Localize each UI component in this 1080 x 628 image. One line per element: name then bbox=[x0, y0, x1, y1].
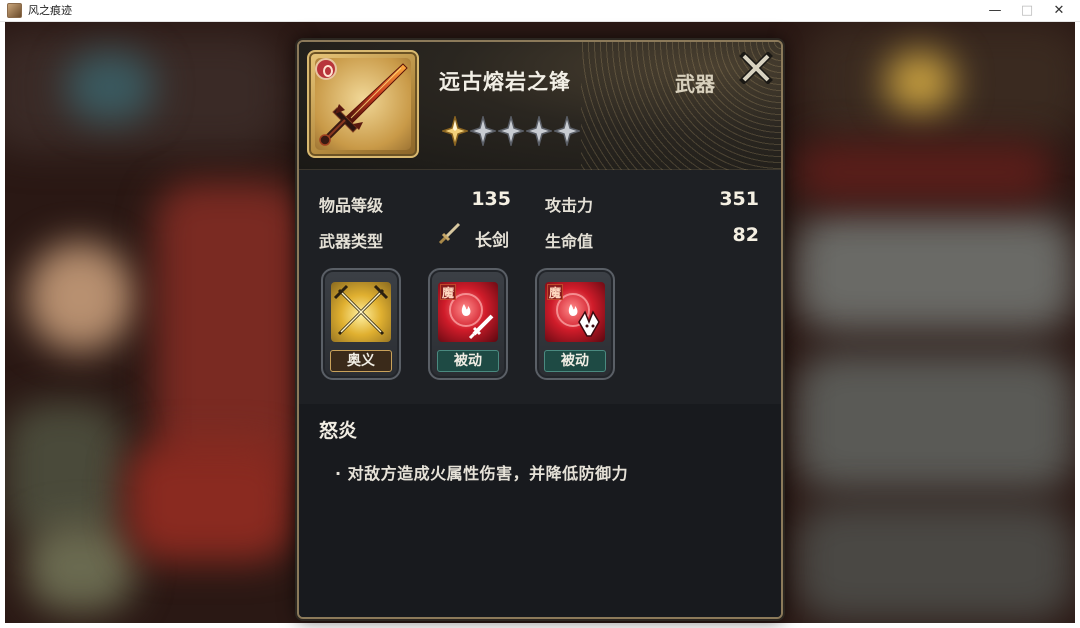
item-header: 远古熔岩之锋 武器 bbox=[299, 42, 781, 170]
attack-label: 攻击力 bbox=[545, 196, 594, 215]
magic-tag: 魔 bbox=[547, 284, 563, 300]
skill-slot-passive-1[interactable]: 魔 被动 bbox=[428, 268, 508, 380]
star-empty-icon bbox=[526, 116, 552, 146]
skill-slot-passive-2[interactable]: 魔 被动 bbox=[535, 268, 615, 380]
weapon-type-label: 武器类型 bbox=[319, 232, 384, 251]
skill-description-title: 怒炎 bbox=[319, 420, 358, 442]
fire-fox-icon: 魔 bbox=[545, 282, 605, 342]
star-empty-icon bbox=[470, 116, 496, 146]
window-frame-bottom bbox=[0, 623, 1080, 628]
star-empty-icon bbox=[554, 116, 580, 146]
magic-tag: 魔 bbox=[440, 284, 456, 300]
skill-label-ultimate: 奥义 bbox=[330, 350, 392, 372]
item-level-value: 135 bbox=[471, 188, 511, 210]
minimize-button[interactable]: — bbox=[978, 0, 1012, 22]
item-name: 远古熔岩之锋 bbox=[439, 70, 571, 94]
game-portrait-icon bbox=[7, 3, 22, 18]
hp-label: 生命值 bbox=[545, 232, 594, 251]
longsword-icon bbox=[437, 220, 463, 246]
item-icon-frame[interactable] bbox=[307, 50, 419, 158]
crossed-swords-icon bbox=[331, 282, 391, 342]
skill-label-passive-2: 被动 bbox=[544, 350, 606, 372]
hp-value: 82 bbox=[732, 224, 759, 246]
fire-element-icon bbox=[315, 58, 337, 80]
skill-list: 奥义 魔 被动 魔 被动 bbox=[299, 268, 781, 408]
window-title: 风之痕迹 bbox=[28, 4, 72, 17]
star-empty-icon bbox=[498, 116, 524, 146]
skill-description: 怒炎 · 对敌方造成火属性伤害，并降低防御力 bbox=[299, 404, 781, 617]
close-window-button[interactable]: ✕ bbox=[1042, 0, 1076, 22]
window-frame-right bbox=[1075, 22, 1080, 628]
item-level-label: 物品等级 bbox=[319, 196, 384, 215]
star-filled-icon bbox=[442, 116, 468, 146]
item-category: 武器 bbox=[675, 72, 715, 96]
maximize-button[interactable]: □ bbox=[1010, 0, 1044, 22]
attack-value: 351 bbox=[719, 188, 759, 210]
fire-sword-icon: 魔 bbox=[438, 282, 498, 342]
window-frame-left bbox=[0, 22, 5, 628]
item-detail-panel: 远古熔岩之锋 武器 物品等级 135 攻击力 351 武器类型 长剑 生命值 8… bbox=[297, 40, 783, 619]
skill-slot-ultimate[interactable]: 奥义 bbox=[321, 268, 401, 380]
window-titlebar: 风之痕迹 — □ ✕ bbox=[0, 0, 1080, 22]
item-star-rating bbox=[442, 116, 580, 148]
weapon-type-value: 长剑 bbox=[475, 231, 509, 251]
skill-description-text: · 对敌方造成火属性伤害，并降低防御力 bbox=[335, 464, 629, 483]
skill-label-passive-1: 被动 bbox=[437, 350, 499, 372]
item-stats: 物品等级 135 攻击力 351 武器类型 长剑 生命值 82 bbox=[299, 170, 781, 270]
close-icon[interactable] bbox=[739, 51, 773, 85]
